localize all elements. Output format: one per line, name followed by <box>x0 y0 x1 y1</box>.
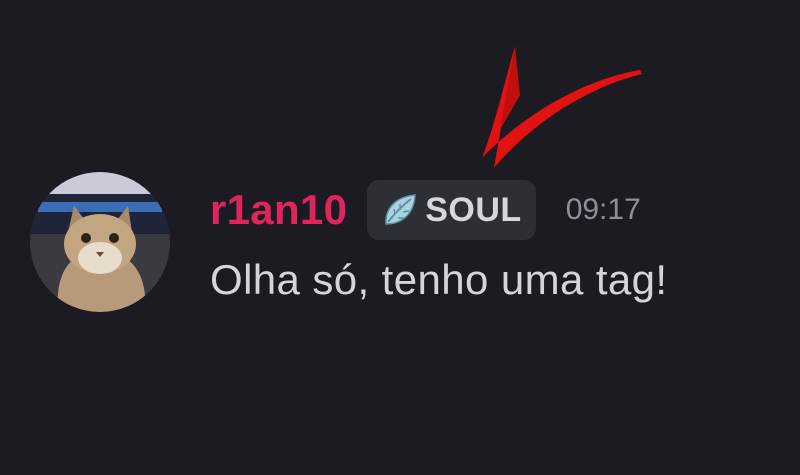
message-content: Olha só, tenho uma tag! <box>210 256 668 303</box>
avatar[interactable] <box>30 172 170 312</box>
timestamp[interactable]: 09:17 <box>566 193 641 227</box>
chat-message: r1an10 SOUL 09:17 Olha só, tenho uma tag… <box>30 172 790 317</box>
leaf-icon <box>385 194 417 225</box>
chat-view: r1an10 SOUL 09:17 Olha só, tenho uma tag… <box>0 0 800 475</box>
tag-label: SOUL <box>425 190 522 229</box>
server-tag[interactable]: SOUL <box>367 180 536 240</box>
username[interactable]: r1an10 <box>210 186 347 234</box>
cat-avatar <box>30 172 170 312</box>
message-header: r1an10 SOUL 09:17 <box>210 180 641 240</box>
